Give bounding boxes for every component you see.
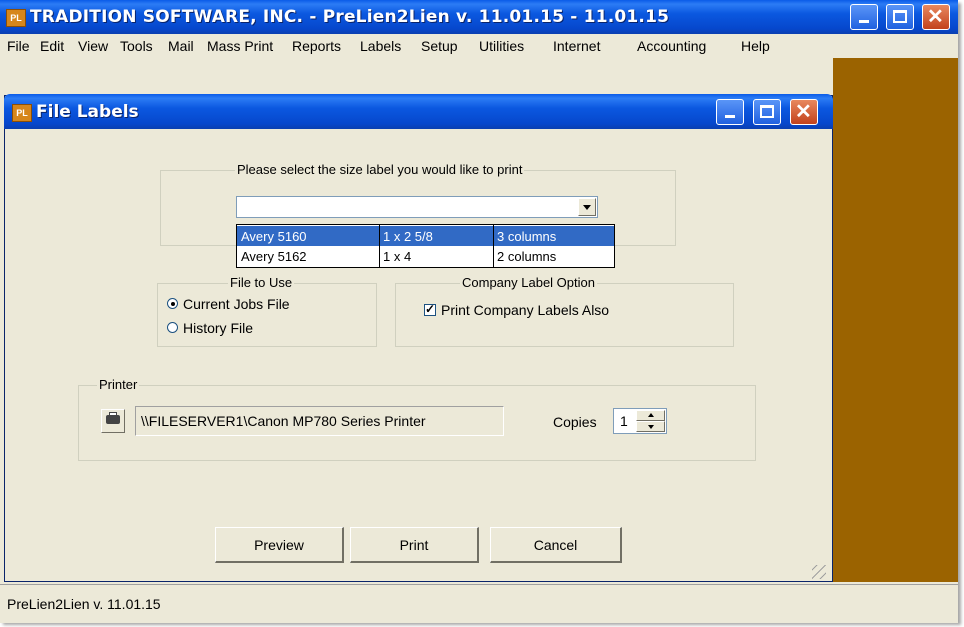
size-group-label: Please select the size label you would l…	[235, 162, 525, 177]
app-close-button[interactable]: ✕	[922, 4, 950, 30]
label-size-combobox[interactable]	[236, 196, 598, 218]
menu-labels[interactable]: Labels	[360, 38, 401, 54]
dialog-minimize-button[interactable]	[716, 99, 744, 125]
option-size: 1 x 2 5/8	[383, 229, 433, 244]
print-company-labels-label[interactable]: Print Company Labels Also	[441, 302, 609, 318]
dropdown-arrow-icon	[583, 205, 591, 210]
option-name: Avery 5162	[241, 249, 307, 264]
preview-button[interactable]: Preview	[215, 527, 344, 563]
mdi-workspace	[833, 58, 958, 582]
print-button[interactable]: Print	[350, 527, 479, 563]
printer-group-label: Printer	[97, 377, 140, 392]
current-jobs-label[interactable]: Current Jobs File	[183, 296, 290, 312]
printer-select-button[interactable]	[101, 409, 125, 433]
menu-file[interactable]: File	[7, 38, 30, 54]
column-divider	[493, 225, 494, 267]
checkmark-icon: ✓	[425, 302, 436, 316]
dialog-titlebar[interactable]: PL File Labels ✕	[4, 94, 833, 129]
menu-utilities[interactable]: Utilities	[479, 38, 524, 54]
minimize-icon	[725, 115, 735, 118]
dialog-close-button[interactable]: ✕	[790, 99, 818, 125]
status-text: PreLien2Lien v. 11.01.15	[7, 596, 161, 612]
label-size-dropdown-list: Avery 5160 1 x 2 5/8 3 columns Avery 516…	[236, 224, 615, 268]
radio-dot	[171, 302, 175, 306]
column-divider	[379, 225, 380, 267]
spin-up-icon	[648, 413, 654, 417]
company-group-label: Company Label Option	[460, 275, 597, 290]
resize-grip-icon[interactable]	[812, 565, 826, 579]
option-columns: 3 columns	[497, 229, 557, 244]
menu-edit[interactable]: Edit	[40, 38, 64, 54]
spin-down-icon	[648, 425, 654, 429]
printer-name: \\FILESERVER1\Canon MP780 Series Printer	[141, 413, 426, 429]
history-file-radio[interactable]	[167, 322, 178, 333]
menu-view[interactable]: View	[78, 38, 108, 54]
close-icon: ✕	[927, 6, 944, 28]
close-icon: ✕	[795, 101, 812, 123]
copies-up-button[interactable]	[636, 410, 665, 421]
print-company-labels-checkbox[interactable]: ✓	[424, 302, 436, 316]
menu-tools[interactable]: Tools	[120, 38, 153, 54]
app-maximize-button[interactable]	[886, 4, 914, 30]
menubar: File Edit View Tools Mail Mass Print Rep…	[0, 34, 958, 58]
maximize-icon	[893, 10, 907, 23]
printer-name-field: \\FILESERVER1\Canon MP780 Series Printer	[135, 406, 504, 436]
copies-down-button[interactable]	[636, 421, 665, 432]
menu-accounting[interactable]: Accounting	[637, 38, 706, 54]
menu-internet[interactable]: Internet	[553, 38, 600, 54]
current-jobs-radio[interactable]	[167, 298, 178, 309]
file-to-use-group: File to Use	[157, 275, 377, 347]
menu-help[interactable]: Help	[741, 38, 770, 54]
option-size: 1 x 4	[383, 249, 412, 264]
option-name: Avery 5160	[241, 229, 307, 244]
option-columns: 2 columns	[497, 249, 557, 264]
menu-mail[interactable]: Mail	[168, 38, 194, 54]
menu-setup[interactable]: Setup	[421, 38, 458, 54]
copies-spinner[interactable]: 1	[613, 408, 667, 434]
combo-dropdown-button[interactable]	[578, 198, 596, 216]
size-option-avery-5160[interactable]: Avery 5160 1 x 2 5/8 3 columns	[237, 226, 614, 246]
menu-mass-print[interactable]: Mass Print	[207, 38, 273, 54]
dialog-maximize-button[interactable]	[753, 99, 781, 125]
app-title: TRADITION SOFTWARE, INC. - PreLien2Lien …	[30, 7, 670, 27]
app-titlebar[interactable]: PL TRADITION SOFTWARE, INC. - PreLien2Li…	[0, 0, 958, 34]
app-minimize-button[interactable]	[850, 4, 878, 30]
printer-icon-body	[106, 415, 120, 424]
dialog-logo-icon[interactable]: PL	[12, 104, 32, 122]
cancel-button[interactable]: Cancel	[490, 527, 622, 563]
minimize-icon	[859, 20, 869, 23]
app-window: PL TRADITION SOFTWARE, INC. - PreLien2Li…	[0, 0, 958, 623]
dialog-title: File Labels	[36, 102, 139, 122]
status-bar: PreLien2Lien v. 11.01.15	[0, 584, 958, 623]
size-option-avery-5162[interactable]: Avery 5162 1 x 4 2 columns	[237, 246, 614, 266]
app-logo-icon[interactable]: PL	[6, 9, 26, 27]
copies-label: Copies	[553, 414, 597, 430]
menu-reports[interactable]: Reports	[292, 38, 341, 54]
copies-value[interactable]: 1	[620, 413, 628, 429]
history-file-label[interactable]: History File	[183, 320, 253, 336]
maximize-icon	[760, 105, 774, 118]
file-group-label: File to Use	[228, 275, 295, 290]
